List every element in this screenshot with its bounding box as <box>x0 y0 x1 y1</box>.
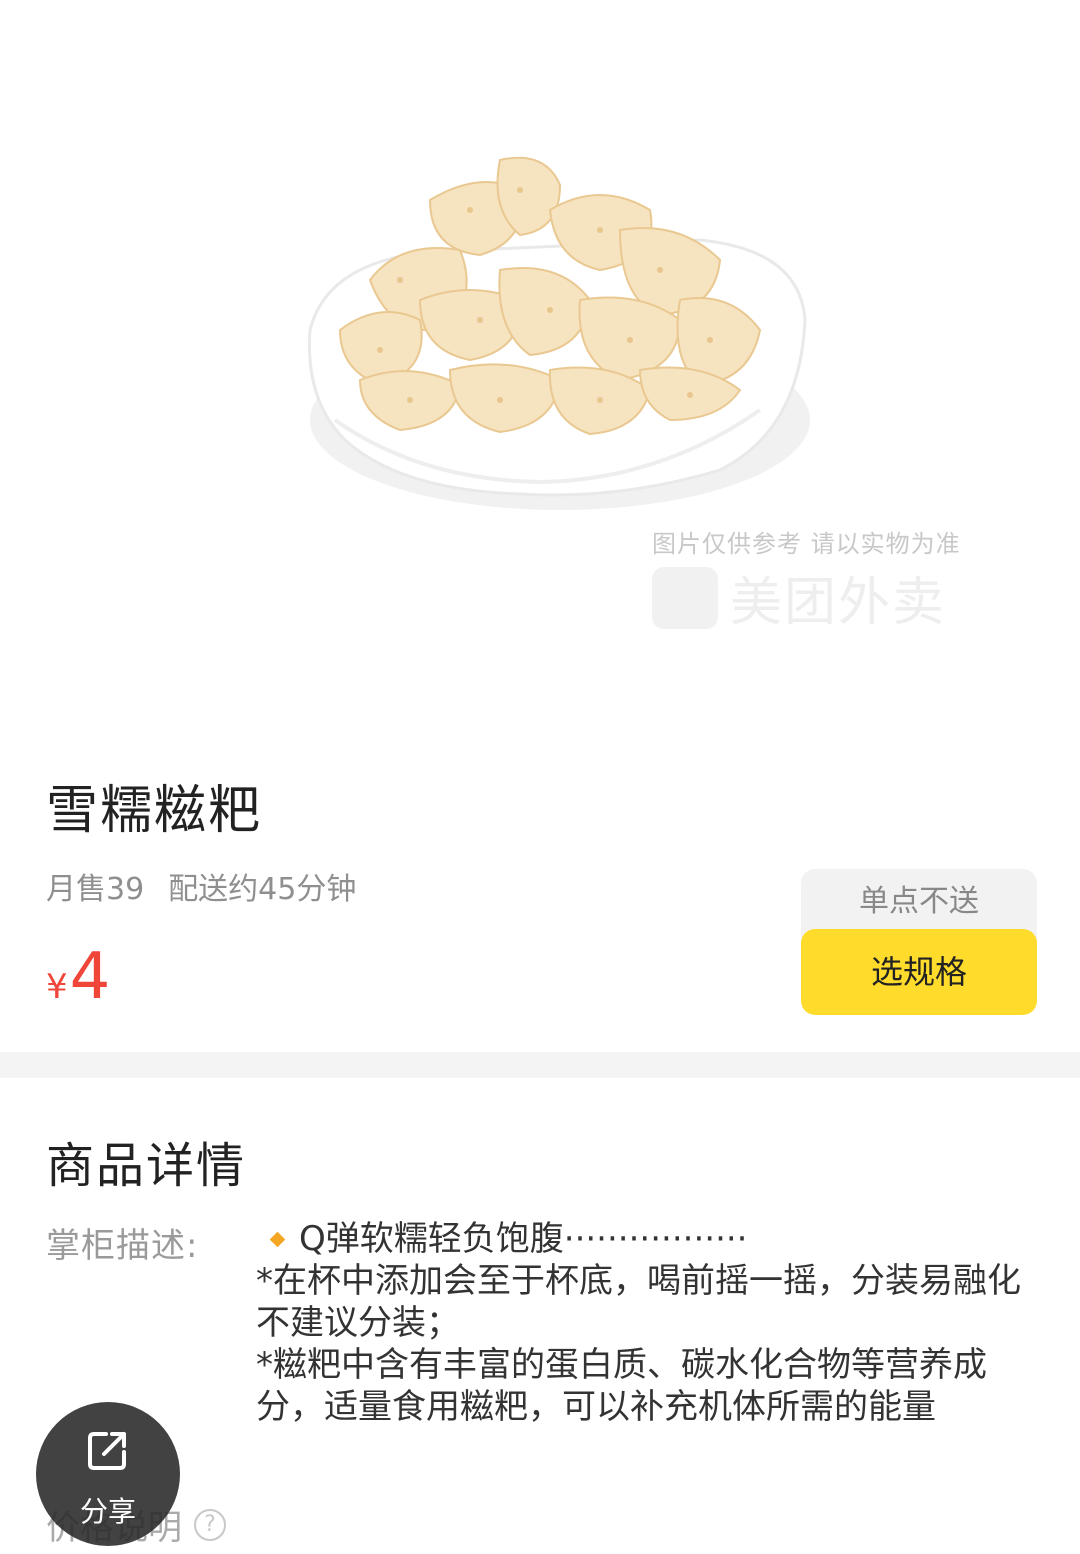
description-bullet-line: Q弹软糯轻负饱腹················· <box>256 1218 1046 1260</box>
description-bullet-text: Q弹软糯轻负饱腹················· <box>299 1219 748 1259</box>
image-watermark-note: 图片仅供参考 请以实物为准 <box>652 530 961 558</box>
description-body: Q弹软糯轻负饱腹················· *在杯中添加会至于杯底，喝前… <box>256 1218 1046 1428</box>
image-watermark-brand: 美团外卖 <box>652 560 946 635</box>
share-button[interactable]: 分享 <box>36 1402 180 1546</box>
share-icon <box>88 1432 126 1470</box>
product-detail-page: 图片仅供参考 请以实物为准 美团外卖 雪糯糍粑 月售39 配送约45分钟 ¥ 4… <box>0 0 1080 1554</box>
purchase-action-box: 单点不送 选规格 <box>801 869 1037 1015</box>
delivery-time: 配送约45分钟 <box>168 872 357 907</box>
price-amount: 4 <box>69 940 111 1014</box>
single-order-note: 单点不送 <box>859 884 979 919</box>
description-paragraph-1: *在杯中添加会至于杯底，喝前摇一摇，分装易融化不建议分装； <box>256 1261 1021 1343</box>
details-title: 商品详情 <box>46 1138 247 1194</box>
brand-logo-icon <box>652 566 718 629</box>
product-name: 雪糯糍粑 <box>46 781 263 841</box>
diamond-bullet-icon <box>269 1231 286 1247</box>
product-image[interactable]: 图片仅供参考 请以实物为准 美团外卖 <box>0 0 1080 735</box>
watermark-brand-text: 美团外卖 <box>730 573 947 633</box>
share-label: 分享 <box>79 1495 136 1528</box>
description-label: 掌柜描述: <box>46 1226 199 1266</box>
description-paragraph-2: *糍粑中含有丰富的蛋白质、碳水化合物等营养成分，适量食用糍粑，可以补充机体所需的… <box>256 1345 987 1427</box>
product-price: ¥ 4 <box>46 940 110 1014</box>
monthly-sales: 月售39 <box>46 872 145 907</box>
product-meta: 月售39 配送约45分钟 <box>46 864 356 908</box>
select-spec-button[interactable]: 选规格 <box>801 929 1037 1015</box>
price-currency: ¥ <box>46 967 68 1007</box>
section-divider <box>0 1052 1080 1078</box>
question-mark-icon[interactable]: ? <box>194 1508 226 1541</box>
